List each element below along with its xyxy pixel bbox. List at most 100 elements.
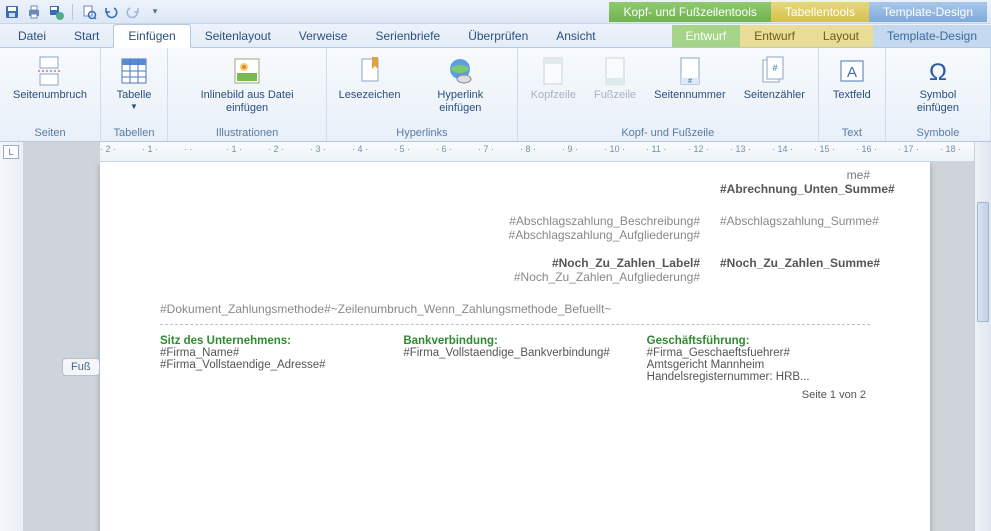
header-icon xyxy=(537,55,569,87)
ruler-tick: · 12 · xyxy=(688,144,709,154)
button-label: Seitenzähler xyxy=(744,89,805,102)
textfeld-button[interactable]: A Textfeld xyxy=(825,52,879,105)
tab-template-design[interactable]: Template-Design xyxy=(873,25,991,47)
footer-header: Geschäftsführung: xyxy=(647,335,870,347)
button-label: Kopfzeile xyxy=(531,89,576,102)
placeholder-noch-label: #Noch_Zu_Zahlen_Label# xyxy=(160,256,700,270)
separator xyxy=(72,4,73,20)
vertical-scrollbar[interactable] xyxy=(974,142,991,531)
ruler-tick: · · xyxy=(184,144,193,154)
seitenumbruch-button[interactable]: Seitenumbruch xyxy=(6,52,94,105)
footer-header: Bankverbindung: xyxy=(403,335,626,347)
textbox-icon: A xyxy=(836,55,868,87)
ruler-tick: · 7 · xyxy=(478,144,494,154)
context-tab-template: Template-Design xyxy=(869,2,987,22)
placeholder-abrechnung-summe: #Abrechnung_Unten_Summe# xyxy=(720,182,870,196)
tab-serienbriefe[interactable]: Serienbriefe xyxy=(361,25,454,47)
ruler-tick: · 14 · xyxy=(772,144,793,154)
placeholder-noch-summe: #Noch_Zu_Zahlen_Summe# xyxy=(720,256,870,284)
ruler-tick: · 2 · xyxy=(100,144,116,154)
symbol-button[interactable]: Ω Symbol einfügen xyxy=(892,52,984,117)
horizontal-ruler[interactable]: · 2 ·· 1 ·· ·· 1 ·· 2 ·· 3 ·· 4 ·· 5 ·· … xyxy=(100,142,974,162)
ribbon-tabs: Datei Start Einfügen Seitenlayout Verwei… xyxy=(0,24,991,48)
placeholder-abschlag-summe: #Abschlagszahlung_Summe# xyxy=(720,214,870,242)
tab-einfuegen[interactable]: Einfügen xyxy=(113,24,190,48)
tab-entwurf-green[interactable]: Entwurf xyxy=(672,25,741,47)
vertical-ruler[interactable]: L xyxy=(0,142,24,531)
ruler-tick: · 6 · xyxy=(436,144,452,154)
tab-start[interactable]: Start xyxy=(60,25,113,47)
redo-icon[interactable] xyxy=(125,4,141,20)
page-count-icon: # xyxy=(758,55,790,87)
tab-layout[interactable]: Layout xyxy=(809,25,873,47)
hyperlink-button[interactable]: Hyperlink einfügen xyxy=(410,52,511,117)
ruler-tick: · 4 · xyxy=(352,144,368,154)
group-label: Tabellen xyxy=(107,125,161,141)
scrollbar-thumb[interactable] xyxy=(977,202,989,322)
ruler-tick: · 16 · xyxy=(856,144,877,154)
tab-seitenlayout[interactable]: Seitenlayout xyxy=(191,25,285,47)
footer-line: #Firma_Geschaeftsfuehrer# xyxy=(647,347,870,359)
button-label: Lesezeichen xyxy=(339,89,401,102)
ruler-tick: · 3 · xyxy=(310,144,326,154)
footer-col-3: Geschäftsführung: #Firma_Geschaeftsfuehr… xyxy=(647,335,870,383)
workspace: L · 2 ·· 1 ·· ·· 1 ·· 2 ·· 3 ·· 4 ·· 5 ·… xyxy=(0,142,991,531)
button-label: Seitennummer xyxy=(654,89,726,102)
group-label: Symbole xyxy=(892,125,984,141)
group-text: A Textfeld Text xyxy=(819,48,886,141)
footer-header: Sitz des Unternehmens: xyxy=(160,335,383,347)
save-icon[interactable] xyxy=(4,4,20,20)
context-tab-table: Tabellentools xyxy=(771,2,869,22)
tab-ansicht[interactable]: Ansicht xyxy=(542,25,609,47)
undo-icon[interactable] xyxy=(103,4,119,20)
group-tabellen: Tabelle ▼ Tabellen xyxy=(101,48,168,141)
tab-datei[interactable]: Datei xyxy=(4,25,60,47)
picture-icon xyxy=(231,55,263,87)
group-symbole: Ω Symbol einfügen Symbole xyxy=(886,48,991,141)
svg-text:#: # xyxy=(773,63,778,73)
fusszeile-button: Fußzeile xyxy=(587,52,643,105)
ruler-tick: · 1 · xyxy=(226,144,242,154)
qat-dropdown-icon[interactable]: ▾ xyxy=(147,4,163,20)
seitenzaehler-button[interactable]: # Seitenzähler xyxy=(737,52,812,105)
print-preview-icon[interactable] xyxy=(81,4,97,20)
ruler-tick: · 9 · xyxy=(562,144,578,154)
footer-tab-label[interactable]: Fuß xyxy=(62,358,100,376)
lesezeichen-button[interactable]: Lesezeichen xyxy=(333,52,406,105)
context-tab-header-footer: Kopf- und Fußzeilentools xyxy=(609,2,770,22)
footer-line: #Firma_Vollstaendige_Bankverbindung# xyxy=(403,347,626,359)
kopfzeile-button: Kopfzeile xyxy=(524,52,583,105)
footer-line: #Firma_Name# xyxy=(160,347,383,359)
table-icon xyxy=(118,55,150,87)
inlinebild-button[interactable]: Inlinebild aus Datei einfügen xyxy=(174,52,320,117)
ruler-tick: · 13 · xyxy=(730,144,751,154)
button-label: Hyperlink einfügen xyxy=(417,89,504,114)
group-hyperlinks: Lesezeichen Hyperlink einfügen Hyperlink… xyxy=(327,48,518,141)
tab-verweise[interactable]: Verweise xyxy=(285,25,362,47)
print-icon[interactable] xyxy=(26,4,42,20)
seitennummer-button[interactable]: # Seitennummer xyxy=(647,52,733,105)
group-label: Kopf- und Fußzeile xyxy=(524,125,812,141)
tabelle-button[interactable]: Tabelle ▼ xyxy=(107,52,161,114)
button-label: Seitenumbruch xyxy=(13,89,87,102)
ribbon: Seitenumbruch Seiten Tabelle ▼ Tabellen … xyxy=(0,48,991,142)
tab-entwurf-yellow[interactable]: Entwurf xyxy=(740,25,809,47)
tab-stop-indicator[interactable]: L xyxy=(3,145,19,159)
group-label: Seiten xyxy=(6,125,94,141)
group-label: Hyperlinks xyxy=(333,125,511,141)
group-label: Text xyxy=(825,125,879,141)
bookmark-icon xyxy=(354,55,386,87)
tab-ueberpruefen[interactable]: Überprüfen xyxy=(454,25,542,47)
page-number-icon: # xyxy=(674,55,706,87)
footer-line: #Firma_Vollstaendige_Adresse# xyxy=(160,359,383,371)
placeholder-text: me# xyxy=(160,168,870,182)
document-page[interactable]: Fuß me# #Abrechnung_Unten_Summe# #Abschl… xyxy=(100,162,930,531)
globe-link-icon xyxy=(444,55,476,87)
title-bar: ▾ Kopf- und Fußzeilentools Tabellentools… xyxy=(0,0,991,24)
save-print-icon[interactable] xyxy=(48,4,64,20)
button-label: Fußzeile xyxy=(594,89,636,102)
button-label: Tabelle xyxy=(117,89,152,102)
ruler-tick: · 11 · xyxy=(646,144,666,154)
ruler-tick: · 18 · xyxy=(940,144,961,154)
ruler-tick: · 1 · xyxy=(142,144,158,154)
